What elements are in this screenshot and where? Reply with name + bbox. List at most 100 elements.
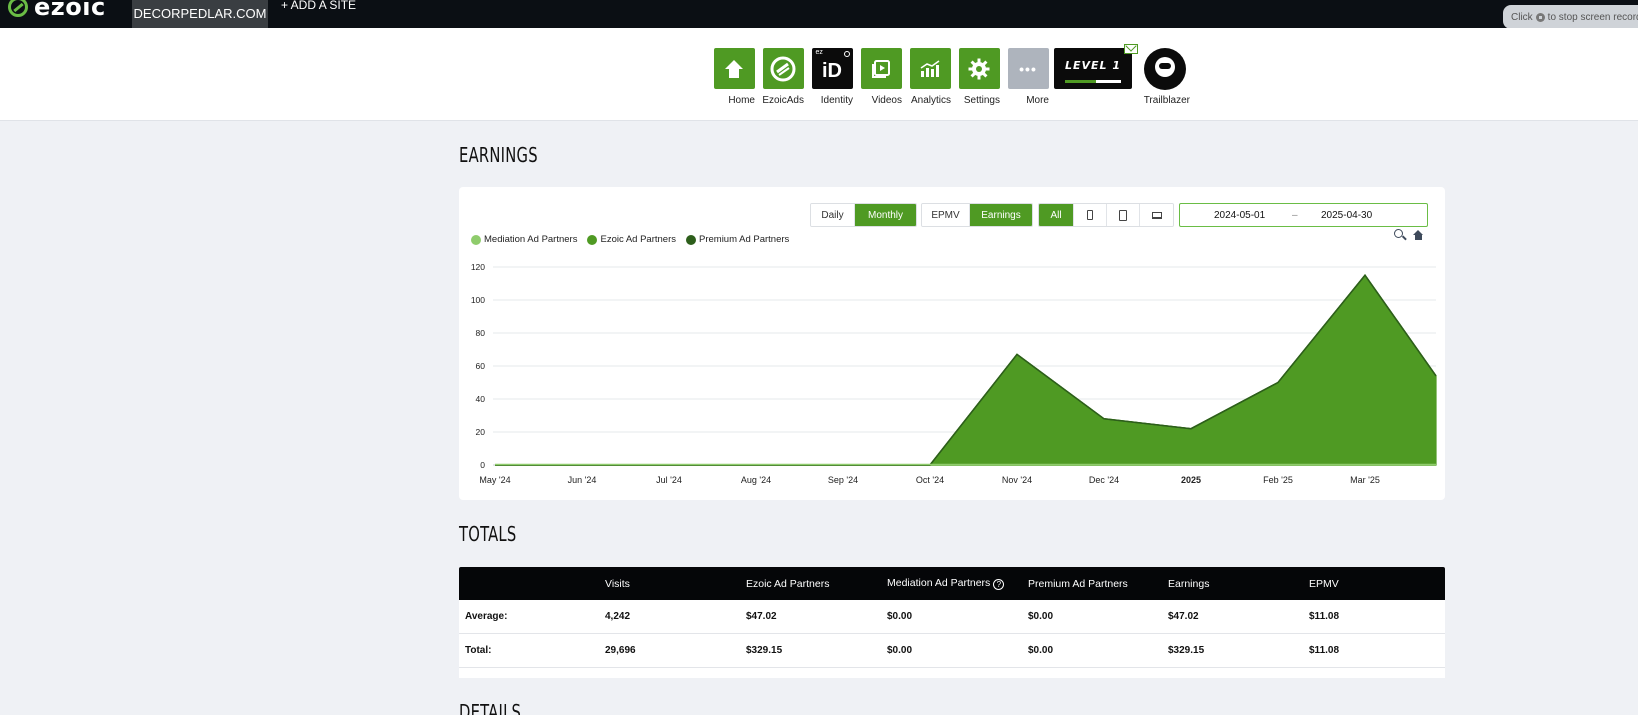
x-tick-label: Jul '24 [656, 475, 682, 485]
table-row: Average: 4,242 $47.02 $0.00 $0.00 $47.02… [459, 600, 1445, 634]
y-tick-label: 40 [476, 394, 486, 404]
column-header: EPMV [1309, 577, 1339, 590]
screen-record-tooltip: Click to stop screen record [1503, 5, 1638, 29]
mail-icon[interactable] [1124, 44, 1138, 54]
level-text: LEVEL 1 [1064, 59, 1122, 72]
column-header: Earnings [1168, 577, 1210, 590]
table-cell: $0.00 [887, 611, 913, 622]
ezoic-logo-icon [8, 0, 28, 17]
analytics-tile[interactable] [909, 48, 951, 89]
nav-label: More [1026, 95, 1049, 106]
table-cell: $0.00 [1028, 611, 1054, 622]
nav-analytics[interactable]: Analytics [909, 48, 951, 108]
gear-icon [968, 58, 990, 79]
nav-videos[interactable]: Videos [860, 48, 902, 108]
help-icon[interactable]: ? [993, 579, 1005, 590]
more-icon: ••• [1019, 60, 1037, 77]
trailblazer-avatar-icon[interactable] [1144, 48, 1186, 90]
identity-sup: ez [815, 49, 823, 56]
table-cell: $11.08 [1309, 645, 1340, 656]
x-tick-label: Jun '24 [568, 475, 597, 485]
y-tick-label: 0 [480, 460, 485, 470]
video-icon [872, 59, 890, 78]
table-cell: $47.02 [1168, 611, 1199, 622]
app-nav: Home EzoicAds ez iD Identity Videos Anal… [0, 28, 1638, 121]
ezoicads-tile[interactable] [762, 48, 804, 89]
home-icon [725, 59, 743, 78]
x-tick-label: Mar '25 [1350, 475, 1380, 485]
x-tick-label: 2025 [1181, 475, 1201, 485]
table-cell: 4,242 [605, 611, 631, 622]
site-tab[interactable]: DECORPEDLAR.COM [132, 0, 268, 28]
ezoic-logo[interactable]: ezoic [8, 0, 106, 21]
y-tick-label: 60 [476, 361, 486, 371]
stop-record-icon [1535, 12, 1545, 22]
y-tick-label: 100 [471, 295, 485, 305]
nav-home[interactable]: Home [713, 48, 755, 108]
table-cell: $11.08 [1309, 611, 1340, 622]
column-header-label: Mediation Ad Partners [887, 577, 991, 589]
y-tick-label: 120 [471, 262, 485, 272]
table-cell: $329.15 [1168, 645, 1205, 656]
table-row: Total: 29,696 $329.15 $0.00 $0.00 $329.1… [459, 634, 1445, 668]
x-tick-label: Dec '24 [1089, 475, 1119, 485]
table-cell: $47.02 [746, 611, 777, 622]
column-header: Ezoic Ad Partners [746, 577, 830, 590]
x-tick-label: Sep '24 [828, 475, 858, 485]
nav-label: Settings [963, 95, 1000, 106]
totals-table: Visits Ezoic Ad Partners Mediation Ad Pa… [459, 567, 1445, 678]
level-progress-fill [1065, 80, 1096, 83]
ezoicads-icon [770, 56, 796, 81]
add-site-link[interactable]: + ADD A SITE [281, 0, 356, 12]
x-tick-label: Oct '24 [916, 475, 944, 485]
earnings-chart: 0 20 40 60 80 100 120 May '24 Jun '24 Jul '24 Aug … [471, 262, 1437, 485]
totals-title: TOTALS [459, 522, 517, 546]
table-cell: 29,696 [605, 645, 636, 656]
column-header: Mediation Ad Partners? [887, 577, 1005, 590]
nav-label: Trailblazer [1143, 95, 1190, 106]
x-tick-label: Nov '24 [1002, 475, 1032, 485]
nav-label: EzoicAds [762, 95, 804, 106]
nav-label: Identity [820, 95, 853, 106]
level-progress-bar [1065, 80, 1121, 83]
videos-tile[interactable] [860, 48, 902, 89]
top-bar: ezoic DECORPEDLAR.COM + ADD A SITE Click… [0, 0, 1638, 29]
recording-bar [1513, 0, 1638, 4]
earnings-title: EARNINGS [459, 143, 538, 167]
table-cell: $0.00 [1028, 645, 1054, 656]
row-label: Total: [465, 645, 492, 656]
y-tick-label: 20 [476, 427, 486, 437]
x-tick-label: May '24 [479, 475, 510, 485]
nav-more[interactable]: ••• More [1007, 48, 1049, 108]
more-tile[interactable]: ••• [1007, 48, 1049, 89]
table-cell: $0.00 [887, 645, 913, 656]
table-footer [459, 668, 1445, 678]
table-header: Visits Ezoic Ad Partners Mediation Ad Pa… [459, 567, 1445, 600]
column-header: Visits [605, 577, 630, 590]
nav-settings[interactable]: Settings [958, 48, 1000, 108]
nav-label: Analytics [910, 95, 951, 106]
column-header: Premium Ad Partners [1028, 577, 1128, 590]
record-hint-rest: to stop screen record [1547, 11, 1638, 23]
y-tick-label: 80 [476, 328, 486, 338]
home-tile[interactable] [713, 48, 755, 89]
nav-label: Videos [871, 95, 902, 106]
x-tick-label: Feb '25 [1263, 475, 1293, 485]
record-hint-text: Click [1511, 11, 1533, 23]
table-cell: $329.15 [746, 645, 783, 656]
nav-identity[interactable]: ez iD Identity [811, 48, 853, 108]
identity-badge-icon [843, 51, 850, 57]
earnings-card: Daily Monthly EPMV Earnings All 2024-05-… [459, 187, 1445, 500]
settings-tile[interactable] [958, 48, 1000, 89]
logo-text: ezoic [34, 0, 106, 21]
identity-icon: iD [822, 60, 842, 82]
identity-tile[interactable]: ez iD [811, 48, 853, 89]
analytics-icon [920, 59, 940, 77]
nav-trailblazer[interactable]: Trailblazer [1140, 48, 1190, 108]
x-tick-label: Aug '24 [741, 475, 771, 485]
row-label: Average: [465, 611, 508, 622]
nav-label: Home [728, 95, 755, 106]
level-badge[interactable]: LEVEL 1 [1054, 48, 1132, 89]
details-title: DETAILS [459, 700, 522, 715]
nav-ezoicads[interactable]: EzoicAds [762, 48, 804, 108]
